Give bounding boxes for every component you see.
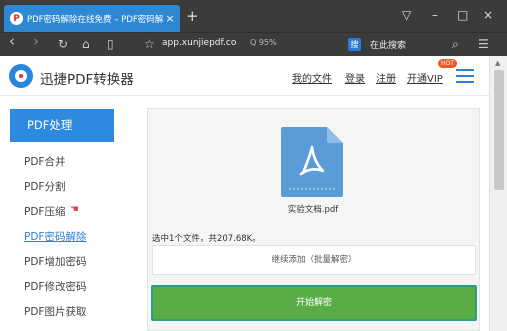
sidebar-item-pdf-merge[interactable]: PDF合并	[24, 154, 65, 169]
tab-title: PDF密码解除在线免费 – PDF密码解	[27, 14, 164, 25]
file-info: 选中1个文件，共207.68K。	[152, 234, 261, 244]
sidebar-heading[interactable]: PDF处理	[10, 109, 114, 142]
home-button[interactable]: ⌂	[82, 37, 90, 52]
browser-menu-icon[interactable]: ☰	[478, 37, 489, 52]
browser-toolbar: ‹ › ↻ ⌂ ▯ ☆ app.xunjiepdf.co Q 95% 搜 在此搜…	[0, 32, 507, 56]
maximize-button[interactable]: □	[457, 7, 468, 23]
reload-button[interactable]: ↻	[58, 37, 68, 52]
address-bar[interactable]: app.xunjiepdf.co	[162, 38, 236, 48]
search-icon[interactable]: ⌕	[452, 37, 459, 52]
pin-icon[interactable]: ▽	[402, 7, 411, 23]
start-unlock-button[interactable]: 开始解密	[151, 285, 477, 321]
xunjie-logo-icon[interactable]	[9, 64, 33, 88]
site-header: 迅捷PDF转换器 我的文件 登录 注册 开通VIP HOT	[0, 56, 489, 96]
sidebar-item-pdf-change-password[interactable]: PDF修改密码	[24, 279, 86, 294]
back-button[interactable]: ‹	[9, 34, 15, 49]
zoom-level[interactable]: Q 95%	[250, 38, 277, 47]
sidebar-item-pdf-unlock[interactable]: PDF密码解除	[24, 229, 86, 244]
my-files-link[interactable]: 我的文件	[292, 70, 332, 85]
search-engine-icon[interactable]: 搜	[348, 38, 361, 51]
browser-tab-bar: P PDF密码解除在线免费 – PDF密码解 × + ▽ – □ ×	[0, 0, 507, 32]
add-more-files-button[interactable]: 继续添加（批量解密）	[152, 245, 476, 275]
hamburger-menu-icon[interactable]	[456, 69, 474, 83]
vip-link[interactable]: 开通VIP	[407, 70, 443, 85]
scroll-up-icon[interactable]: ▲	[495, 59, 500, 67]
brand-name[interactable]: 迅捷PDF转换器	[40, 68, 134, 88]
unlock-panel: 实验文档.pdf 选中1个文件，共207.68K。 继续添加（批量解密） 开始解…	[147, 108, 480, 331]
register-link[interactable]: 注册	[376, 70, 396, 85]
login-link[interactable]: 登录	[345, 70, 365, 85]
sidebar-item-pdf-split[interactable]: PDF分割	[24, 179, 65, 194]
forward-button[interactable]: ›	[33, 34, 39, 49]
tab-close-icon[interactable]: ×	[164, 12, 176, 25]
pdf-favicon-icon: P	[10, 12, 23, 25]
sidebar-item-pdf-compress[interactable]: PDF压缩	[24, 204, 65, 219]
sidebar-item-pdf-add-password[interactable]: PDF增加密码	[24, 254, 86, 269]
browser-tab[interactable]: P PDF密码解除在线免费 – PDF密码解 ×	[4, 5, 180, 32]
file-name: 实验文档.pdf	[287, 205, 339, 215]
scrollbar-thumb[interactable]	[494, 70, 504, 190]
reader-mode-icon[interactable]: ▯	[107, 37, 114, 52]
hot-badge: HOT	[438, 59, 457, 68]
vertical-scrollbar[interactable]: ▲	[489, 56, 507, 331]
web-page: 迅捷PDF转换器 我的文件 登录 注册 开通VIP HOT PDF处理 PDF合…	[0, 56, 489, 331]
pdf-file-icon[interactable]	[281, 127, 343, 197]
minimize-button[interactable]: –	[432, 7, 438, 23]
hand-cursor-icon: ☚	[70, 204, 79, 215]
search-input[interactable]: 在此搜索	[370, 38, 406, 51]
sidebar-item-pdf-extract-images[interactable]: PDF图片获取	[24, 304, 86, 319]
sidebar: PDF处理 PDF合并 PDF分割 PDF压缩 PDF密码解除 PDF增加密码 …	[0, 96, 118, 331]
bookmark-star-icon[interactable]: ☆	[144, 37, 155, 52]
close-window-button[interactable]: ×	[483, 7, 493, 23]
new-tab-button[interactable]: +	[186, 8, 199, 24]
